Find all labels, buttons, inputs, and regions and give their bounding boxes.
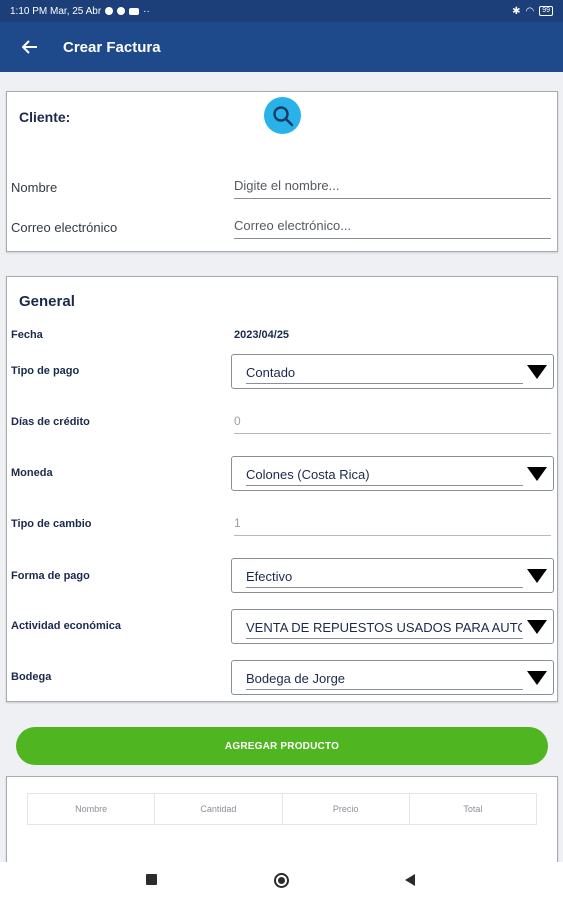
product-table-card: Nombre Cantidad Precio Total — [6, 776, 558, 866]
battery-icon: 99 — [539, 6, 553, 16]
recents-square-icon[interactable] — [146, 874, 157, 885]
email-label: Correo electrónico — [11, 220, 118, 235]
status-bar: 1:10 PM Mar, 25 Abr ·· ✱ ◠ 99 — [0, 0, 563, 22]
dropdown-arrow-icon — [527, 467, 547, 481]
client-section-title: Cliente: — [19, 109, 71, 125]
back-triangle-icon[interactable] — [405, 874, 415, 886]
payment-method-select[interactable]: Efectivo — [231, 558, 554, 593]
dropdown-arrow-icon — [527, 365, 547, 379]
economic-activity-label: Actividad económica — [11, 620, 122, 632]
warehouse-value: Bodega de Jorge — [246, 671, 346, 686]
app-bar: Crear Factura — [0, 22, 563, 72]
page-title: Crear Factura — [63, 38, 161, 56]
warehouse-select[interactable]: Bodega de Jorge — [231, 660, 554, 695]
credit-days-label: Días de crédito — [11, 416, 90, 428]
search-icon — [272, 105, 293, 126]
column-header-total: Total — [463, 804, 483, 814]
status-extra: ·· — [143, 5, 150, 17]
email-field-wrap — [234, 213, 551, 239]
search-client-button[interactable] — [264, 97, 301, 134]
column-header-name: Nombre — [28, 794, 156, 824]
exchange-rate-label: Tipo de cambio — [11, 518, 92, 530]
name-input[interactable] — [234, 173, 551, 198]
dropdown-underline — [246, 383, 523, 384]
home-circle-icon[interactable] — [274, 873, 289, 888]
client-card: Cliente: Nombre Correo electrónico — [6, 91, 558, 252]
name-label: Nombre — [11, 180, 58, 195]
payment-method-label: Forma de pago — [11, 570, 90, 582]
dropdown-underline — [246, 587, 523, 588]
back-button[interactable] — [18, 35, 42, 59]
wifi-icon: ◠ — [525, 5, 535, 17]
date-label: Fecha — [11, 329, 43, 341]
dropdown-underline — [246, 689, 523, 690]
payment-type-value: Contado — [246, 365, 296, 380]
economic-activity-select[interactable]: VENTA DE REPUESTOS USADOS PARA AUTO — [231, 609, 554, 644]
facebook-icon — [117, 7, 126, 15]
dropdown-arrow-icon — [527, 569, 547, 583]
settings-icon — [105, 7, 114, 15]
dropdown-underline — [246, 485, 523, 486]
warehouse-label: Bodega — [11, 671, 52, 683]
column-header-quantity: Cantidad — [155, 794, 283, 824]
general-card: General Fecha 2023/04/25 Tipo de pago Co… — [6, 276, 558, 702]
date-value: 2023/04/25 — [234, 329, 290, 341]
currency-label: Moneda — [11, 467, 53, 479]
add-product-button[interactable]: AGREGAR PRODUCTO — [16, 727, 548, 765]
email-input[interactable] — [234, 213, 551, 238]
battery-level: 99 — [542, 7, 550, 14]
dropdown-arrow-icon — [527, 620, 547, 634]
column-header-price: Precio — [283, 794, 410, 824]
status-time-date: 1:10 PM Mar, 25 Abr — [10, 5, 102, 17]
general-section-title: General — [19, 293, 75, 310]
arrow-left-icon — [22, 40, 37, 54]
home-dot — [278, 877, 285, 884]
payment-method-value: Efectivo — [246, 569, 293, 584]
economic-activity-value: VENTA DE REPUESTOS USADOS PARA AUTO — [246, 620, 522, 635]
bluetooth-icon: ✱ — [512, 5, 521, 17]
payment-type-label: Tipo de pago — [11, 365, 80, 377]
youtube-icon — [129, 7, 140, 15]
payment-type-select[interactable]: Contado — [231, 354, 554, 389]
dropdown-arrow-icon — [527, 671, 547, 685]
exchange-rate-input[interactable]: 1 — [234, 510, 551, 536]
table-header: Nombre Cantidad Precio Total — [27, 793, 537, 825]
dropdown-underline — [246, 638, 523, 639]
credit-days-input[interactable]: 0 — [234, 408, 551, 434]
name-field-wrap — [234, 173, 551, 199]
system-nav-bar — [0, 862, 563, 900]
currency-value: Colones (Costa Rica) — [246, 467, 370, 482]
currency-select[interactable]: Colones (Costa Rica) — [231, 456, 554, 491]
